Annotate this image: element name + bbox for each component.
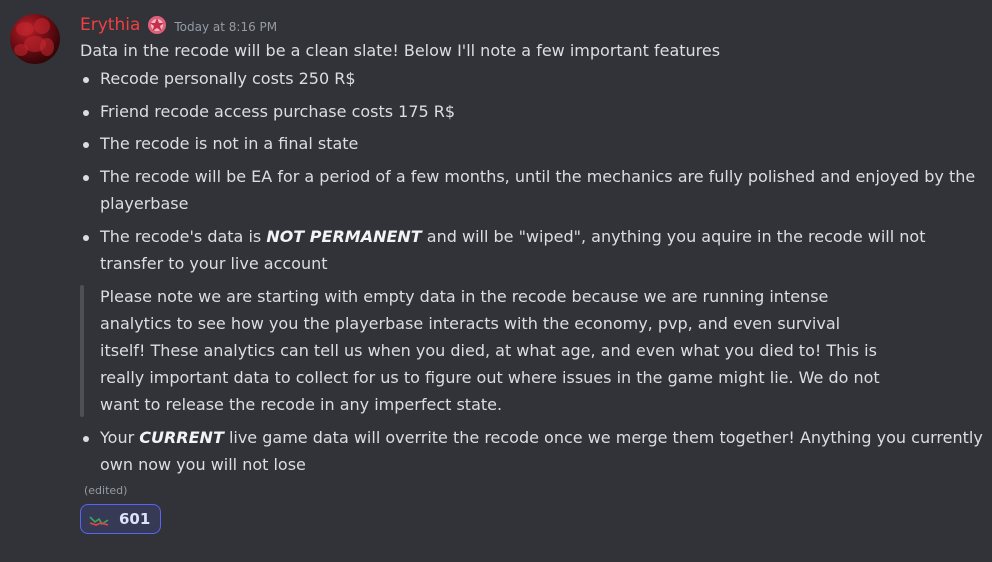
bullet-icon [83,435,89,442]
bullet-list: Recode personally costs 250 R$ Friend re… [80,65,986,278]
message-content: Erythia Today at 8:16 PM Data in the rec… [80,12,986,534]
bullet-icon [83,77,89,83]
bullet-icon [83,234,89,241]
quote-text: Please note we are starting with empty d… [100,286,880,415]
bullet-list-continued: Your CURRENT live game data will overrit… [80,424,986,479]
list-item: The recode will be EA for a period of a … [80,163,986,218]
graph-emoji-icon [89,512,109,526]
username[interactable]: Erythia [80,15,140,35]
emphasis-text: NOT PERMANENT [266,226,422,246]
block-quote: Please note we are starting with empty d… [80,283,880,419]
reaction-count: 601 [119,509,151,528]
message-header: Erythia Today at 8:16 PM [80,12,986,38]
list-item: Recode personally costs 250 R$ [80,65,986,93]
list-item: Your CURRENT live game data will overrit… [80,424,986,479]
bullet-icon [83,109,89,116]
chat-message: Erythia Today at 8:16 PM Data in the rec… [0,0,992,562]
list-item: The recode's data is NOT PERMANENT and w… [80,223,986,278]
message-intro-text: Data in the recode will be a clean slate… [80,41,721,60]
bullet-icon [83,174,89,181]
quote-bar [80,284,84,417]
user-avatar[interactable] [10,14,60,64]
role-badge-icon[interactable] [146,14,168,36]
reaction-button[interactable]: 601 [80,503,162,534]
timestamp[interactable]: Today at 8:16 PM [174,20,277,34]
emphasis-text: CURRENT [139,427,224,447]
bullet-icon [83,142,89,148]
edited-label: (edited) [84,483,128,497]
list-item: Friend recode access purchase costs 175 … [80,98,986,126]
list-item: The recode is not in a final state [80,130,986,158]
